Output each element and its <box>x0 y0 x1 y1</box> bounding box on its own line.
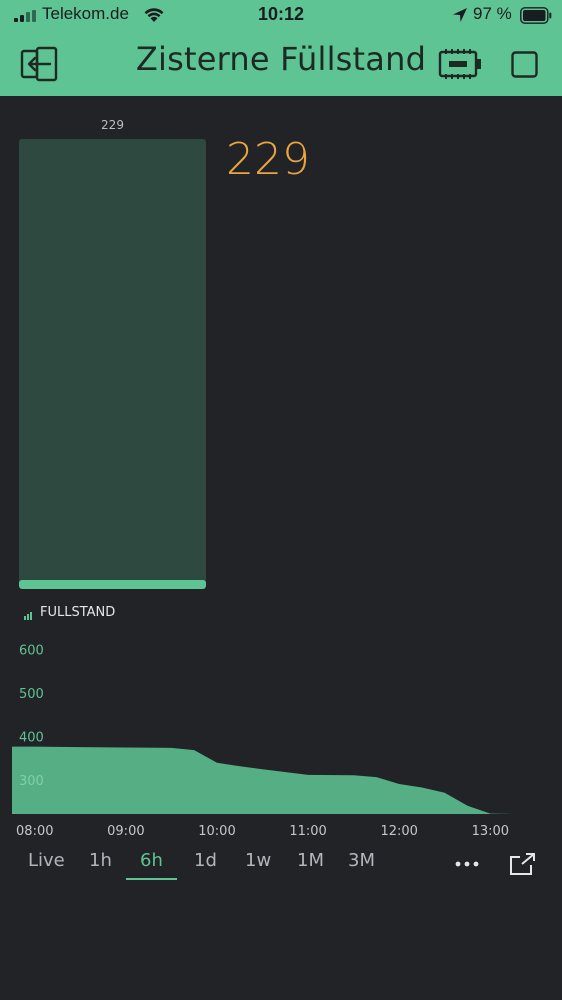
wifi-icon <box>144 8 164 22</box>
value-display: 229 <box>226 134 310 185</box>
title-bar: Zisterne Füllstand <box>0 32 562 96</box>
level-history-chart[interactable]: 300 400 500 600 08:00 09:00 10:00 11:00 12:00 13:… <box>0 630 562 845</box>
tab-6h[interactable]: 6h <box>140 850 163 871</box>
level-widget <box>19 139 206 589</box>
tab-1h[interactable]: 1h <box>89 850 112 871</box>
device-icon[interactable] <box>438 49 484 79</box>
legend-label: FULLSTAND <box>40 605 116 620</box>
tab-3m[interactable]: 3M <box>348 850 375 871</box>
x-tick-label-5: 13:00 <box>472 824 509 839</box>
tab-live[interactable]: Live <box>28 850 65 871</box>
x-tick-label-1: 09:00 <box>107 824 144 839</box>
carrier-name: Telekom.de <box>42 4 129 23</box>
clock: 10:12 <box>258 4 305 24</box>
x-tick-label-0: 08:00 <box>16 824 53 839</box>
status-bar: Telekom.de 10:12 97 % <box>0 0 562 32</box>
signal-icon <box>14 10 36 22</box>
battery-icon <box>520 7 552 24</box>
y-tick-label-0: 300 <box>19 774 44 789</box>
tab-1d[interactable]: 1d <box>194 850 217 871</box>
more-icon[interactable] <box>454 854 480 874</box>
series-area-fullstand <box>12 746 536 814</box>
level-fill <box>19 580 206 589</box>
tab-1w[interactable]: 1w <box>245 850 271 871</box>
active-tab-indicator <box>126 878 177 880</box>
tab-1m[interactable]: 1M <box>297 850 324 871</box>
bar-chart-icon <box>24 612 32 620</box>
expand-icon[interactable] <box>509 852 537 876</box>
x-tick-label-2: 10:00 <box>198 824 235 839</box>
level-widget-label: 229 <box>101 118 124 132</box>
period-tabs: Live 1h 6h 1d 1w 1M 3M <box>0 846 562 886</box>
x-tick-label-4: 12:00 <box>380 824 417 839</box>
stop-icon[interactable] <box>511 51 538 78</box>
location-arrow-icon <box>453 8 467 22</box>
x-tick-label-3: 11:00 <box>289 824 326 839</box>
y-tick-label-1: 400 <box>19 730 44 745</box>
app-header: Telekom.de 10:12 97 % Zisterne Füllstand <box>0 0 562 96</box>
y-tick-label-2: 500 <box>19 687 44 702</box>
y-tick-label-3: 600 <box>19 643 44 658</box>
battery-percent: 97 % <box>473 4 512 23</box>
